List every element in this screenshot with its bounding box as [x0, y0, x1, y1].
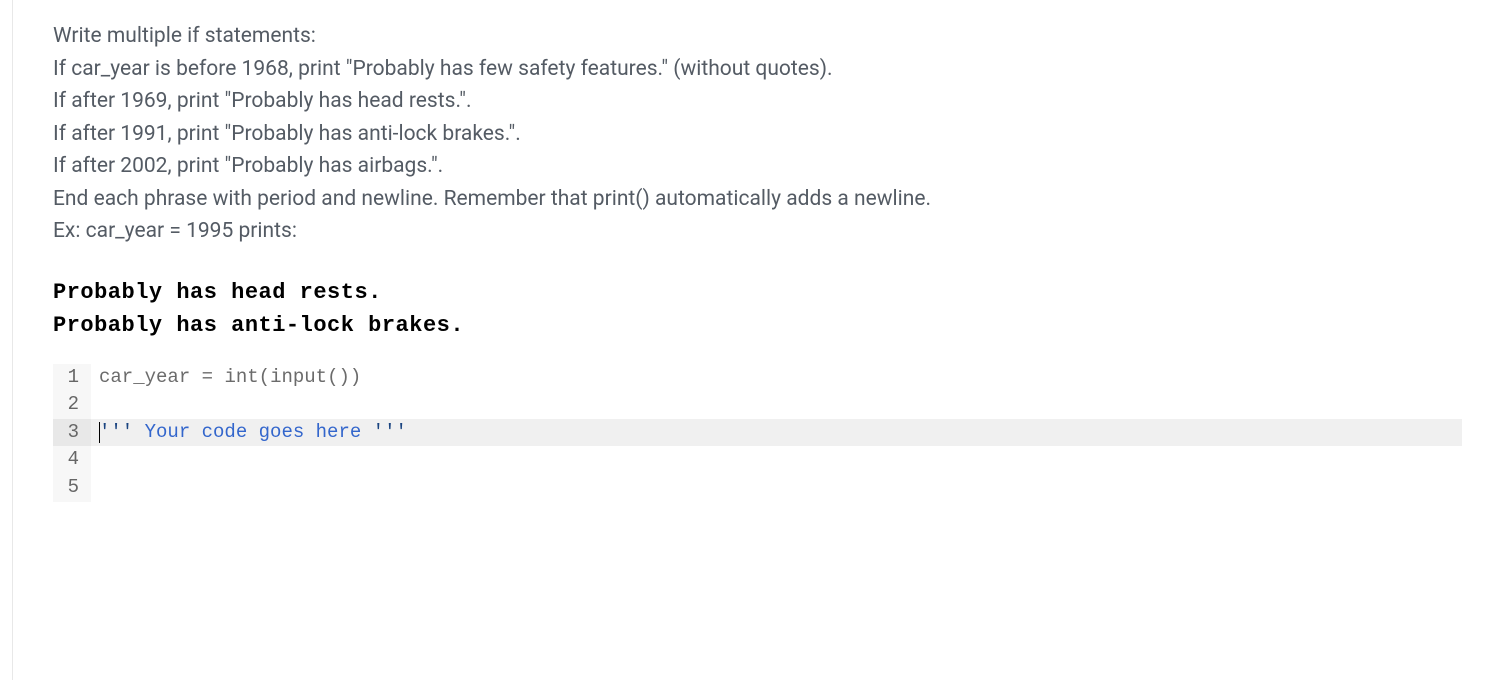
code-line[interactable]: 1 car_year = int(input()) [53, 364, 1462, 392]
code-line[interactable]: 4 [53, 446, 1462, 474]
line-number: 3 [53, 419, 91, 447]
instruction-line: End each phrase with period and newline.… [53, 183, 1462, 216]
instruction-line: Write multiple if statements: [53, 20, 1462, 53]
code-operator: = [190, 366, 224, 388]
instruction-line: If after 2002, print "Probably has airba… [53, 150, 1462, 183]
code-function: input [270, 366, 327, 388]
code-string-quote: ''' [373, 421, 407, 443]
instruction-line: If car_year is before 1968, print "Proba… [53, 53, 1462, 86]
line-number: 5 [53, 474, 91, 502]
instruction-line: If after 1969, print "Probably has head … [53, 85, 1462, 118]
example-output-line: Probably has anti-lock brakes. [53, 309, 1462, 342]
code-paren: ( [259, 366, 270, 388]
code-content[interactable]: ''' Your code goes here ''' [91, 419, 1462, 447]
code-function: int [224, 366, 258, 388]
line-number: 2 [53, 391, 91, 419]
code-line[interactable]: 3 ''' Your code goes here ''' [53, 419, 1462, 447]
code-line[interactable]: 5 [53, 474, 1462, 502]
example-output-line: Probably has head rests. [53, 276, 1462, 309]
code-line[interactable]: 2 [53, 391, 1462, 419]
code-editor[interactable]: 1 car_year = int(input()) 2 3 ''' Your c… [53, 364, 1462, 502]
line-number: 1 [53, 364, 91, 392]
code-variable: car_year [99, 366, 190, 388]
instruction-line: If after 1991, print "Probably has anti-… [53, 118, 1462, 151]
code-string-content: Your code goes here [133, 421, 372, 443]
code-content[interactable]: car_year = int(input()) [91, 364, 1462, 392]
exercise-container: Write multiple if statements: If car_yea… [12, 0, 1502, 680]
example-output-block: Probably has head rests. Probably has an… [53, 276, 1462, 342]
instructions-block: Write multiple if statements: If car_yea… [53, 20, 1462, 248]
code-string-quote: ''' [99, 421, 133, 443]
line-number: 4 [53, 446, 91, 474]
code-paren: ()) [327, 366, 361, 388]
instruction-line: Ex: car_year = 1995 prints: [53, 215, 1462, 248]
